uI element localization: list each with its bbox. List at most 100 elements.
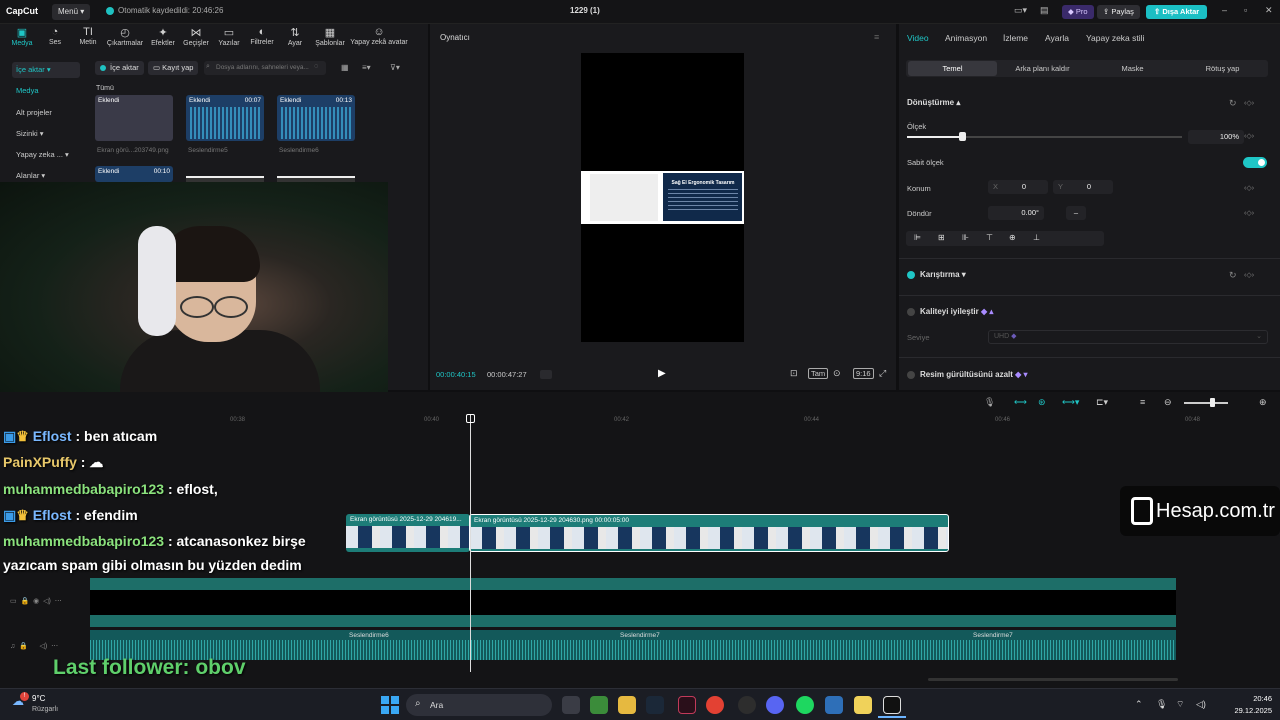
timeline-clip-screenshot2[interactable]: Ekran görüntüsü 2025-12-29 204630.png 00… (469, 514, 949, 552)
fullscreen-icon[interactable]: ⤢ (879, 368, 886, 379)
enhance-section[interactable]: Kaliteyi iyileştir ◆ ▴ (907, 307, 993, 316)
playhead-handle[interactable] (466, 414, 475, 423)
subtab-remove-bg[interactable]: Arka planı kaldır (998, 64, 1087, 73)
denoise-checkbox[interactable] (907, 370, 915, 379)
zoom-slider[interactable] (1184, 402, 1228, 404)
align-left-icon[interactable]: ⊫ (914, 233, 921, 242)
taskbar-date[interactable]: 29.12.2025 (1216, 706, 1272, 715)
app-icon[interactable] (854, 696, 872, 714)
capcut-taskbar-icon[interactable] (883, 696, 901, 714)
subtab-basic[interactable]: Temel (908, 64, 997, 73)
weather-temp[interactable]: 9°C (32, 694, 45, 703)
align-top-icon[interactable]: ⊤ (986, 233, 993, 242)
project-title[interactable]: 1229 (1) (570, 6, 600, 15)
level-select[interactable]: UHD ◆ ⌄ (988, 330, 1268, 344)
task-view-icon[interactable] (562, 696, 580, 714)
reset-icon[interactable]: ↻ (1229, 98, 1237, 109)
scale-slider-knob[interactable] (959, 132, 966, 141)
filter-icon[interactable]: ⊽▾ (390, 63, 400, 72)
keyframe-nav-icon[interactable]: ‹◇› (1244, 209, 1254, 217)
minimize-icon[interactable]: – (1222, 5, 1227, 15)
tool-templates[interactable]: ▦ Şablonlar (309, 26, 351, 47)
mic-tray-icon[interactable]: 🎙 (1156, 699, 1167, 710)
denoise-section[interactable]: Resim gürültüsünü azalt ◆ ▾ (907, 370, 1028, 379)
reset-icon[interactable]: ↻ (1229, 270, 1237, 281)
subtab-mask[interactable]: Maske (1088, 64, 1177, 73)
enhance-checkbox[interactable] (907, 307, 915, 316)
preview-axis-icon[interactable]: ⊏▾ (1096, 397, 1108, 408)
menu-icon[interactable]: ≡ (874, 32, 879, 42)
ratio-button[interactable]: 9:16 (853, 368, 874, 379)
play-button[interactable]: ▶ (658, 368, 666, 379)
playhead-line[interactable] (470, 414, 471, 672)
sort-icon[interactable]: ≡▾ (362, 63, 371, 72)
tool-ai-avatar[interactable]: ☺ Yapay zekâ avatar (350, 26, 408, 46)
grid-view-icon[interactable]: ▦ (341, 63, 349, 72)
media-search-input[interactable]: Dosya adlarını, sahneleri veya... (204, 61, 326, 75)
flip-button[interactable]: – (1066, 206, 1086, 220)
sidebar-item-ai[interactable]: Yapay zeka ... ▾ (12, 147, 80, 163)
media-thumb-screenshot[interactable]: Eklendi (95, 95, 173, 141)
media-thumb-audio6[interactable]: Eklendi 00:13 (277, 95, 355, 141)
tab-adjust[interactable]: Ayarla (1045, 33, 1069, 43)
align-center-h-icon[interactable]: ⊞ (938, 233, 945, 242)
pos-x-input[interactable]: X0 (988, 180, 1048, 194)
volume-icon[interactable]: ◁) (1196, 699, 1206, 710)
chevron-up-icon[interactable]: ⌃ (1135, 699, 1143, 710)
chrome-icon[interactable] (706, 696, 724, 714)
keyframe-nav-icon[interactable]: ‹◇› (1244, 271, 1254, 279)
file-explorer-icon[interactable] (618, 696, 636, 714)
keyframe-nav-icon[interactable]: ‹◇› (1244, 99, 1254, 107)
keyframe-nav-icon[interactable]: ‹◇› (1244, 184, 1254, 192)
blend-checkbox[interactable] (907, 270, 915, 279)
scale-input[interactable]: 100% (1188, 130, 1244, 144)
spotify-icon[interactable] (796, 696, 814, 714)
pos-y-input[interactable]: Y0 (1053, 180, 1113, 194)
quality-button[interactable]: Tam (808, 368, 829, 379)
app-icon[interactable] (825, 696, 843, 714)
timecode-toggle-icon[interactable] (540, 370, 552, 379)
magnet-icon[interactable]: ⊛ (1038, 397, 1046, 408)
maximize-icon[interactable]: ▫ (1244, 5, 1247, 15)
tab-ai-style[interactable]: Yapay zeka stili (1086, 33, 1144, 43)
valorant-icon[interactable] (678, 696, 696, 714)
pro-button[interactable]: ◆ Pro (1062, 5, 1094, 19)
menu-button[interactable]: Menü ▾ (52, 4, 91, 20)
zoom-slider-knob[interactable] (1210, 398, 1215, 407)
export-button[interactable]: ⇧ Dışa Aktar (1146, 5, 1208, 19)
zoom-out-icon[interactable]: ⊖ (1164, 397, 1172, 408)
tab-video[interactable]: Video (907, 33, 929, 43)
subtitle-icon[interactable]: ≡ (1140, 397, 1145, 407)
import-button[interactable]: İçe aktar (95, 61, 144, 75)
align-right-icon[interactable]: ⊪ (962, 233, 969, 242)
link-main-track-icon[interactable]: ⟷ (1014, 397, 1027, 408)
minecraft-icon[interactable] (590, 696, 608, 714)
camera-search-icon[interactable]: ◌ (314, 63, 318, 70)
track-controls[interactable]: ♫ 🔒 ◁) ⋯ (10, 642, 58, 650)
microphone-icon[interactable]: 🎙 (984, 397, 995, 408)
transform-title[interactable]: Dönüştürme ▴ (907, 98, 960, 107)
zoom-in-icon[interactable]: ⊕ (1259, 397, 1267, 408)
layout-icon[interactable]: ▭▾ (1014, 5, 1027, 16)
rotate-input[interactable]: 0.00° (988, 206, 1044, 220)
tab-animation[interactable]: Animasyon (945, 33, 987, 43)
sidebar-item-yours[interactable]: Sizinki ▾ (12, 126, 80, 142)
taskbar-search[interactable]: Ara (406, 694, 552, 716)
align-bottom-icon[interactable]: ⊥ (1033, 233, 1040, 242)
sidebar-item-media[interactable]: Medya (12, 83, 80, 99)
tool-text[interactable]: TI Metin (67, 26, 109, 46)
shortcuts-icon[interactable]: ▤ (1040, 5, 1049, 16)
windows-start-icon[interactable] (381, 696, 399, 714)
track-controls[interactable]: ▭ 🔒 ◉ ◁) ⋯ (10, 597, 62, 605)
share-button[interactable]: ⇪ Paylaş (1097, 5, 1140, 19)
steam-icon[interactable] (646, 696, 664, 714)
tool-stickers[interactable]: ◴ Çıkartmalar (104, 26, 146, 47)
obs-icon[interactable] (738, 696, 756, 714)
align-center-v-icon[interactable]: ⊕ (1009, 233, 1016, 242)
discord-icon[interactable] (766, 696, 784, 714)
media-thumb-audio[interactable]: Eklendi 00:10 (95, 166, 173, 182)
media-thumb-audio5[interactable]: Eklendi 00:07 (186, 95, 264, 141)
taskbar-time[interactable]: 20:46 (1228, 694, 1272, 703)
close-icon[interactable]: ✕ (1265, 5, 1273, 16)
sidebar-item-import[interactable]: İçe aktar ▾ (12, 62, 80, 78)
